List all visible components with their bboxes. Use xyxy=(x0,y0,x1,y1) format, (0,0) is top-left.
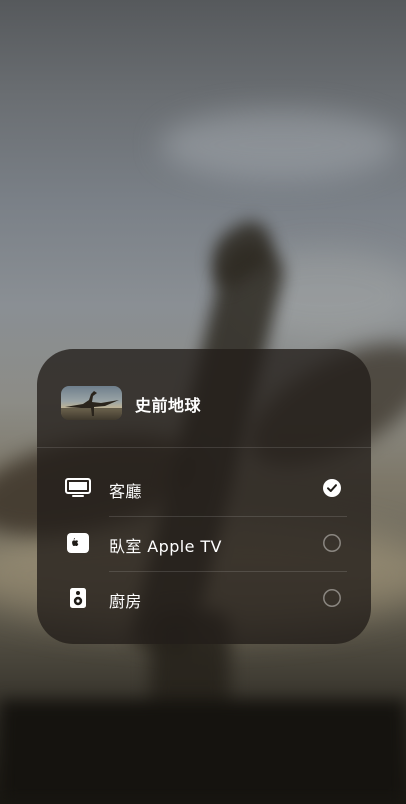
device-row-kitchen[interactable]: 廚房 xyxy=(37,571,371,625)
tv-icon xyxy=(65,478,91,498)
pterosaur-artwork-icon xyxy=(61,391,122,420)
unselected-radio-icon[interactable] xyxy=(323,589,341,607)
speaker-icon xyxy=(65,588,91,608)
now-playing-header: 史前地球 xyxy=(37,349,371,447)
unselected-radio-icon[interactable] xyxy=(323,534,341,552)
device-label: 廚房 xyxy=(109,592,142,611)
device-row-living-room[interactable]: 客廳 xyxy=(37,461,371,515)
airplay-device-picker: 史前地球 客廳 臥室 Apple TV 廚房 xyxy=(37,349,371,644)
header-divider xyxy=(37,447,371,448)
airplay-screen: 史前地球 客廳 臥室 Apple TV 廚房 xyxy=(0,0,406,804)
now-playing-title: 史前地球 xyxy=(135,396,202,415)
now-playing-artwork xyxy=(61,386,122,420)
device-label: 客廳 xyxy=(109,482,142,501)
apple-tv-icon xyxy=(65,533,91,553)
device-row-bedroom-apple-tv[interactable]: 臥室 Apple TV xyxy=(37,516,371,570)
device-label: 臥室 Apple TV xyxy=(109,537,222,556)
selected-checkmark-icon[interactable] xyxy=(323,479,341,497)
